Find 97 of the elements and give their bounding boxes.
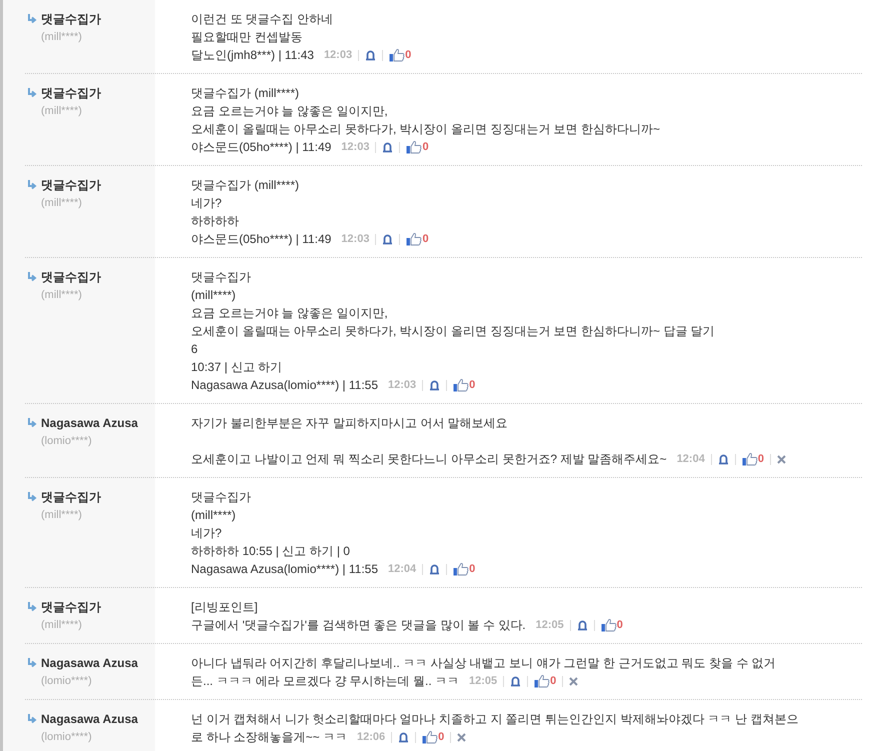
thumbs-up-icon[interactable]: [742, 452, 758, 466]
comment-time: 12:05: [536, 618, 564, 633]
author-name[interactable]: Nagasawa Azusa: [41, 654, 138, 672]
reply-arrow-icon: [27, 418, 37, 428]
reply-arrow-icon: [27, 602, 37, 612]
author-name[interactable]: Nagasawa Azusa: [41, 414, 138, 432]
comment-line: 로 하나 소장해놓을게~~ ㅋㅋ: [191, 729, 348, 746]
comment-line: 10:37 | 신고 하기: [191, 359, 284, 376]
comment-line: 오세훈이 올릴때는 아무소리 못하다가, 박시장이 올리면 징징대는거 보면 한심하다니까~: [191, 121, 662, 138]
thumbs-up-icon[interactable]: [406, 232, 422, 246]
bell-icon[interactable]: [429, 564, 440, 574]
comment-line: 댓글수집가 (mill****): [191, 177, 300, 194]
like-count: 0: [469, 378, 476, 393]
bell-icon[interactable]: [576, 620, 588, 630]
comment-line: 필요할때만 컨셉발동: [191, 29, 304, 46]
reply-arrow-icon: [27, 14, 37, 24]
author-name[interactable]: 댓글수집가: [41, 268, 101, 286]
comment-line: 하하하하: [191, 213, 240, 230]
author-name[interactable]: 댓글수집가: [41, 176, 101, 194]
like-count: 0: [758, 452, 764, 467]
comment-time: 12:04: [676, 452, 705, 467]
comment-line: 구글에서 '댓글수집가'를 검색하면 좋은 댓글을 많이 볼 수 있다.: [191, 617, 526, 634]
author-name[interactable]: 댓글수집가: [41, 488, 101, 506]
close-icon[interactable]: [457, 732, 466, 742]
comment-line: (mill****): [191, 507, 237, 524]
bell-icon[interactable]: [365, 50, 376, 60]
comment-line: 댓글수집가: [191, 269, 252, 286]
comment-time: 12:06: [357, 730, 386, 745]
author-id: (lomio****): [40, 434, 93, 449]
author-name[interactable]: Nagasawa Azusa: [41, 710, 138, 728]
thumbs-up-icon[interactable]: [453, 562, 470, 576]
author-id: (mill****): [40, 196, 83, 211]
author-id: (lomio****): [40, 730, 93, 745]
comment-line: 이런건 또 댓글수집 안하네: [191, 11, 334, 28]
comment-line: 자기가 불리한부분은 자꾸 말피하지마시고 어서 말해보세요: [191, 415, 509, 432]
comment-line: [리빙포인트]: [191, 599, 259, 616]
comment-line: 넌 이거 캡쳐해서 니가 헛소리할때마다 얼마나 치졸하고 지 쫄리면 튀는인간인지 박제해놔야겠다 ㅋㅋ 난 캡쳐본으: [191, 711, 800, 728]
comment-line: Nagasawa Azusa(lomio****) | 11:55: [191, 561, 378, 578]
like-count: 0: [469, 562, 476, 577]
author-name[interactable]: 댓글수집가: [41, 10, 101, 28]
thumbs-up-icon[interactable]: [600, 618, 617, 632]
comment-line: 든... ㅋㅋㅋ 에라 모르겠다 걍 무시하는데 뭘.. ㅋㅋ: [191, 673, 460, 690]
comment-time: 12:03: [324, 48, 352, 63]
author-name[interactable]: 댓글수집가: [41, 598, 101, 616]
close-icon[interactable]: [776, 454, 786, 464]
like-count: 0: [422, 232, 429, 247]
bell-icon[interactable]: [718, 454, 729, 464]
comment-line: 요금 오르는거야 늘 않좋은 일이지만,: [191, 305, 389, 322]
thumbs-up-icon[interactable]: [453, 378, 470, 392]
like-count: 0: [405, 48, 412, 63]
comment-time: 12:05: [469, 674, 498, 689]
thumbs-up-icon[interactable]: [422, 730, 438, 744]
close-icon[interactable]: [569, 676, 578, 686]
author-id: (mill****): [40, 30, 83, 45]
author-id: (mill****): [40, 618, 83, 633]
comment-line: 6: [191, 341, 199, 358]
reply-arrow-icon: [27, 492, 37, 502]
like-count: 0: [550, 674, 556, 689]
like-count: 0: [616, 618, 623, 633]
comment-line: 네가?: [191, 525, 223, 542]
comment-line: 야스문드(05ho****) | 11:49: [191, 231, 332, 248]
bell-icon[interactable]: [398, 732, 410, 742]
reply-arrow-icon: [27, 272, 37, 282]
comment-time: 12:04: [388, 562, 416, 577]
comment-line: 오세훈이 올릴때는 아무소리 못하다가, 박시장이 올리면 징징대는거 보면 한심하다니까~ 답글 달기: [191, 323, 716, 340]
comment-line: 오세훈이고 나발이고 언제 뭐 찍소리 못한다느니 아무소리 못한거죠? 제발 말좀해주세요~: [191, 451, 667, 468]
reply-arrow-icon: [27, 180, 37, 190]
bell-icon[interactable]: [382, 234, 394, 244]
comment-line: 댓글수집가: [191, 489, 252, 506]
bell-icon[interactable]: [429, 380, 440, 390]
thumbs-up-icon[interactable]: [389, 48, 406, 62]
comment-line: 댓글수집가 (mill****): [191, 85, 300, 102]
thumbs-up-icon[interactable]: [534, 674, 550, 688]
comment-line: 요금 오르는거야 늘 않좋은 일이지만,: [191, 103, 389, 120]
comment-time: 12:03: [388, 378, 416, 393]
reply-arrow-icon: [27, 714, 37, 724]
comment-line: 아니다 냅둬라 어지간히 후달리나보네.. ㅋㅋ 사실상 내뱉고 보니 얘가 그런말 한 근거도없고 뭐도 찾을 수 없거: [191, 655, 777, 672]
author-id: (mill****): [40, 288, 83, 303]
comment-time: 12:03: [341, 140, 370, 155]
like-count: 0: [422, 140, 429, 155]
author-id: (mill****): [40, 508, 83, 523]
author-id: (lomio****): [40, 674, 93, 689]
comment-line: Nagasawa Azusa(lomio****) | 11:55: [191, 377, 378, 394]
bell-icon[interactable]: [510, 676, 522, 686]
author-name[interactable]: 댓글수집가: [41, 84, 101, 102]
reply-arrow-icon: [27, 88, 37, 98]
author-id: (mill****): [40, 104, 83, 119]
comment-line: 하하하하 10:55 | 신고 하기 | 0: [191, 543, 351, 560]
thumbs-up-icon[interactable]: [406, 140, 422, 154]
bell-icon[interactable]: [382, 142, 394, 152]
like-count: 0: [438, 730, 444, 745]
comment-line: (mill****): [191, 287, 237, 304]
comment-line: 달노인(jmh8***) | 11:43: [191, 47, 314, 64]
comment-line: 야스문드(05ho****) | 11:49: [191, 139, 332, 156]
reply-arrow-icon: [27, 658, 37, 668]
comment-time: 12:03: [341, 232, 370, 247]
comment-line: 네가?: [191, 195, 223, 212]
